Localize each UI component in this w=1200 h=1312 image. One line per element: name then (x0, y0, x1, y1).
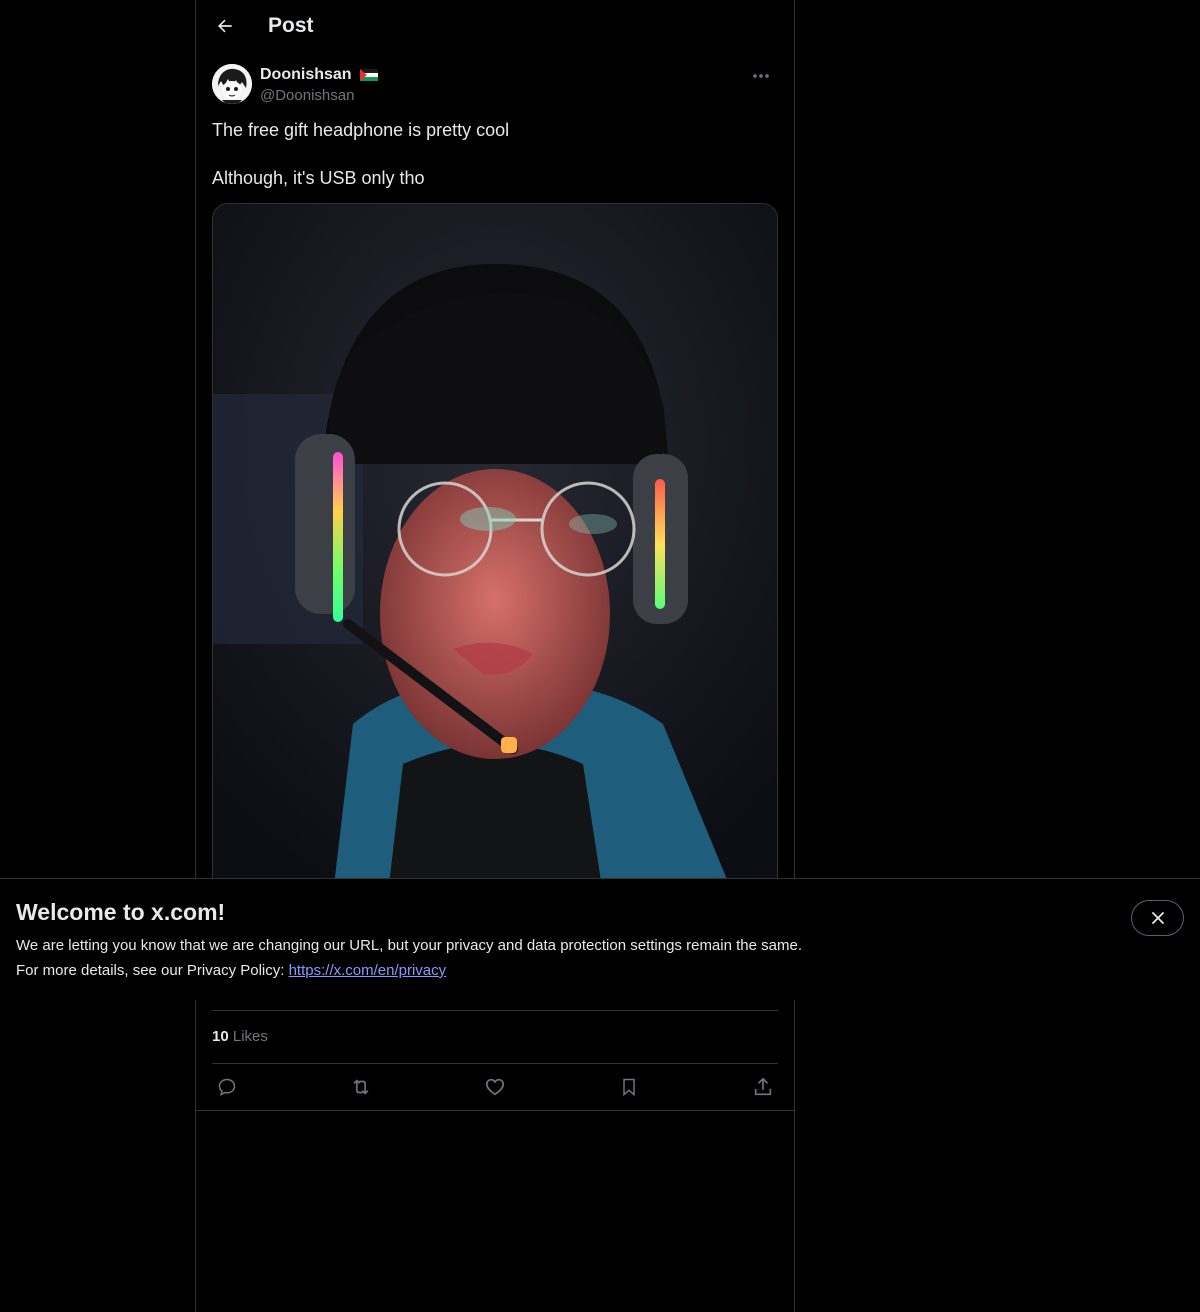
like-icon (485, 1078, 505, 1095)
main-column: Post Doonishsan @Doonishsan The free gif… (195, 0, 795, 1312)
close-banner-button[interactable] (1131, 900, 1184, 936)
banner-title: Welcome to x.com! (16, 899, 226, 925)
share-icon (754, 1077, 772, 1095)
likes-count: 10 (212, 1028, 229, 1045)
post-actions (212, 1063, 778, 1110)
share-button[interactable] (748, 1072, 778, 1102)
display-name[interactable]: Doonishsan (260, 66, 378, 84)
photo-person-headphones (213, 204, 777, 894)
like-button[interactable] (480, 1072, 510, 1102)
welcome-banner: Welcome to x.com! We are letting you kno… (0, 878, 1200, 1000)
post-text-line: Although, it's USB only tho (212, 168, 425, 188)
avatar[interactable] (212, 64, 252, 104)
palestine-flag-icon (359, 69, 378, 81)
post-text-line: The free gift headphone is pretty cool (212, 120, 510, 140)
more-options-button[interactable] (744, 64, 778, 88)
divider (196, 1110, 794, 1111)
likes-label: Likes (232, 1028, 268, 1045)
arrow-left-icon (218, 19, 232, 33)
display-name-text: Doonishsan (260, 66, 352, 83)
page-title: Post (268, 14, 314, 37)
user-handle[interactable]: @Doonishsan (260, 87, 354, 104)
reply-button[interactable] (212, 1072, 242, 1102)
reply-icon (218, 1078, 236, 1096)
likes-row[interactable]: 10 Likes (212, 1010, 778, 1064)
repost-button[interactable] (346, 1072, 376, 1102)
post-text: The free gift headphone is pretty cool A… (212, 118, 778, 214)
avatar-image (212, 64, 252, 104)
banner-line-2-text: For more details, see our Privacy Policy… (16, 962, 289, 979)
more-icon (753, 74, 769, 78)
post-author: Doonishsan @Doonishsan (212, 64, 778, 108)
privacy-policy-link[interactable]: https://x.com/en/privacy (289, 962, 447, 979)
close-icon (1151, 912, 1164, 924)
banner-body: We are letting you know that we are chan… (16, 933, 802, 983)
repost-icon (353, 1078, 369, 1095)
post-header: Post (196, 0, 794, 54)
banner-line-2: For more details, see our Privacy Policy… (16, 958, 802, 983)
back-button[interactable] (208, 9, 242, 43)
bookmark-icon (623, 1078, 635, 1096)
banner-line-1: We are letting you know that we are chan… (16, 937, 802, 954)
post-image[interactable] (212, 203, 778, 895)
bookmark-button[interactable] (614, 1072, 644, 1102)
